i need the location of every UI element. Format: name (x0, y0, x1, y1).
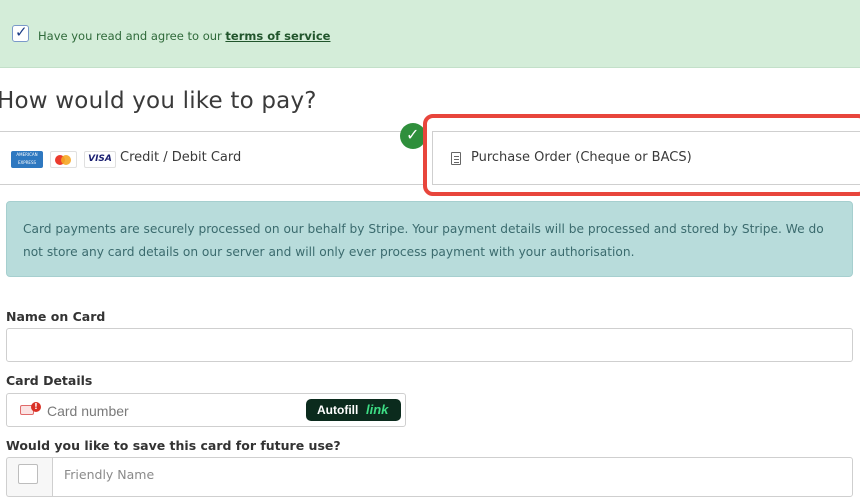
terms-checkbox[interactable]: ✓ (12, 23, 29, 42)
save-card-checkbox-wrap (6, 457, 52, 497)
friendly-name-input[interactable]: Friendly Name (52, 457, 853, 497)
terms-text: Have you read and agree to our terms of … (38, 29, 330, 43)
card-number-field[interactable]: ! Card number Autofill link (6, 393, 406, 427)
friendly-name-placeholder: Friendly Name (64, 467, 155, 482)
terms-bar: ✓ Have you read and agree to our terms o… (0, 0, 860, 68)
card-number-placeholder: Card number (47, 403, 129, 419)
name-on-card-label: Name on Card (6, 309, 106, 324)
autofill-link-button[interactable]: Autofill link (306, 399, 401, 421)
card-details-label: Card Details (6, 373, 93, 388)
page-title: How would you like to pay? (0, 88, 317, 114)
visa-card-icon: VISA (84, 151, 116, 168)
selected-check-icon: ✓ (400, 123, 426, 149)
mastercard-icon (50, 151, 77, 168)
terms-of-service-link[interactable]: terms of service (225, 29, 330, 43)
save-card-row: Friendly Name (6, 457, 853, 497)
terms-label: Have you read and agree to our (38, 29, 226, 43)
link-logo: link (366, 402, 389, 417)
payment-option-card-label: Credit / Debit Card (120, 150, 242, 165)
save-card-checkbox[interactable] (18, 464, 38, 484)
checkmark-icon: ✓ (15, 23, 28, 41)
visa-text: VISA (88, 154, 112, 164)
payment-option-purchase-order[interactable]: Purchase Order (Cheque or BACS) (432, 131, 860, 185)
name-on-card-input[interactable] (6, 328, 853, 362)
stripe-info-box: Card payments are securely processed on … (6, 201, 853, 277)
autofill-text: Autofill (317, 403, 359, 417)
payment-option-po-label: Purchase Order (Cheque or BACS) (471, 150, 692, 165)
amex-text: AMERICAN EXPRESS (16, 152, 38, 165)
amex-card-icon: AMERICAN EXPRESS (11, 151, 43, 168)
document-icon (451, 152, 461, 165)
payment-option-card[interactable]: AMERICAN EXPRESS VISA Credit / Debit Car… (0, 131, 424, 185)
save-card-label: Would you like to save this card for fut… (6, 438, 341, 453)
error-badge-icon: ! (31, 402, 41, 412)
